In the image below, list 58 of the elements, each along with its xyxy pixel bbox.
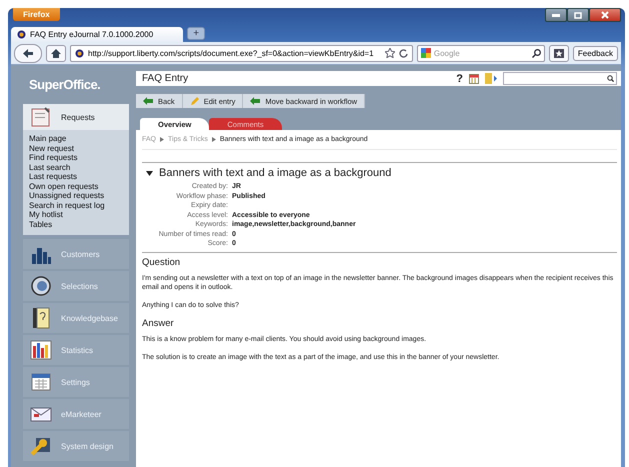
search-placeholder: Google [434, 48, 461, 58]
home-button[interactable] [46, 44, 66, 62]
address-bar[interactable]: http://support.liberty.com/scripts/document.exe?_sf=0&action=viewKbEntry&id=1 [70, 44, 413, 62]
envelope-icon [29, 405, 53, 423]
maximize-button[interactable] [567, 8, 589, 22]
section-heading: Question [142, 256, 182, 268]
star-icon[interactable] [384, 48, 395, 58]
search-icon[interactable] [532, 48, 541, 58]
back-button[interactable] [14, 44, 42, 62]
tab-title: FAQ Entry eJournal 7.0.1000.2000 [30, 30, 154, 39]
close-icon [601, 11, 609, 19]
site-icon [75, 48, 84, 58]
module-link[interactable]: Last search [29, 162, 70, 172]
search-field[interactable] [503, 72, 617, 85]
bar-chart-icon [30, 340, 52, 360]
calendar-icon [31, 373, 51, 391]
superoffice-logo: SuperOffice. [28, 76, 100, 94]
google-icon [420, 48, 431, 58]
book-icon [32, 307, 50, 329]
minimize-icon [552, 14, 560, 16]
site-icon [17, 30, 26, 39]
url-text: http://support.liberty.com/scripts/document.exe?_sf=0&action=viewKbEntry&id=1 [88, 48, 375, 58]
close-button[interactable] [589, 8, 621, 22]
module-link[interactable]: Find requests [29, 153, 78, 162]
browser-tab[interactable]: FAQ Entry eJournal 7.0.1000.2000 [11, 27, 184, 42]
ring-icon [30, 275, 52, 297]
arrow-left-icon [250, 97, 260, 105]
arrow-left-icon [143, 97, 153, 105]
new-tab-button[interactable]: + [187, 27, 206, 40]
entry-title: Banners with text and a image as a background [159, 167, 392, 179]
module-link[interactable]: Main page [29, 134, 66, 144]
chevron-right-icon [160, 137, 164, 142]
calendar-icon[interactable] [469, 74, 479, 84]
exit-icon[interactable] [485, 73, 497, 84]
notepad-icon [30, 106, 52, 128]
module-link[interactable]: Own open requests [29, 182, 98, 191]
bookmarks-button[interactable] [548, 44, 569, 62]
star-icon [554, 48, 564, 58]
pencil-icon [190, 96, 199, 106]
module-link[interactable]: Last requests [29, 172, 78, 182]
module-link[interactable]: New request [29, 144, 74, 153]
collapse-triangle-icon[interactable] [146, 170, 153, 176]
home-icon [51, 48, 61, 58]
section-heading: Answer [142, 318, 175, 329]
minimize-button[interactable] [545, 8, 567, 22]
module-button[interactable]: Requests [23, 104, 129, 130]
module-link[interactable]: My hotlist [29, 210, 63, 220]
module-link[interactable]: Tables [29, 220, 52, 229]
feedback-button[interactable]: Feedback [572, 46, 618, 60]
arrow-left-icon [23, 48, 33, 58]
reload-icon[interactable] [398, 48, 408, 58]
chevron-right-icon [212, 137, 216, 142]
module-link[interactable]: Search in request log [29, 200, 105, 210]
page-title: FAQ Entry [142, 73, 190, 84]
module-link[interactable]: Unassigned requests [29, 191, 104, 200]
maximize-icon [574, 12, 582, 18]
search-icon[interactable] [607, 75, 614, 82]
help-button[interactable]: ? [456, 72, 463, 84]
